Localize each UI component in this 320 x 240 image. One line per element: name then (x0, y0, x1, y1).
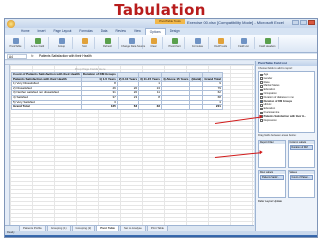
tab-review[interactable]: Review (111, 28, 129, 35)
pivot-cell[interactable] (189, 104, 204, 110)
field-checkbox[interactable] (260, 88, 263, 92)
pivot-cell[interactable]: 125 (80, 104, 118, 110)
values-area[interactable]: Values Count of Patien... (287, 170, 315, 198)
pivottable-options-button[interactable]: PivotTable (7, 37, 25, 49)
defer-layout-update-checkbox[interactable]: Defer Layout Update (256, 198, 317, 205)
column-labels-area[interactable]: Column Labels Duration of DM (287, 140, 315, 168)
pivot-table[interactable]: Count of Patients Satisfaction with thei… (11, 72, 223, 110)
field-label: Depression (263, 118, 277, 122)
field-headers-button[interactable]: Field Headers (257, 37, 279, 49)
refresh-icon (104, 38, 111, 44)
worksheet[interactable]: Drop Page Fields Here Count of Patients … (5, 61, 254, 225)
sort-icon (81, 38, 88, 44)
ribbon-tabs: Home Insert Page Layout Formulas Data Re… (5, 28, 317, 35)
group-icon (58, 38, 65, 44)
values-field-chip[interactable]: Count of Patien... (289, 175, 313, 180)
column-field-chip[interactable]: Duration of DM (289, 145, 313, 150)
drag-fields-instruction: Drag fields between areas below: (258, 134, 297, 137)
field-checkbox[interactable] (260, 84, 263, 88)
tab-design[interactable]: Design (166, 28, 184, 35)
window-title: Exercise 00.xlsx [Compatibility Mode] - … (187, 20, 284, 25)
excel-screenshot: PivotTable Tools Exercise 00.xlsx [Compa… (4, 18, 318, 238)
data-source-icon (128, 38, 135, 44)
formulas-button[interactable]: Formulas (187, 37, 209, 49)
close-icon[interactable] (308, 20, 315, 25)
group-button[interactable]: Group (51, 37, 73, 49)
tab-data[interactable]: Data (97, 28, 112, 35)
formula-input[interactable]: Patients Satisfaction with their Health (39, 54, 92, 59)
office-button-icon[interactable] (7, 20, 15, 28)
slide-title: Tabulation (114, 1, 206, 19)
tab-page-layout[interactable]: Page Layout (50, 28, 76, 35)
row-labels-area[interactable]: Row Labels Patients Satisf... (258, 170, 286, 198)
olap-icon (217, 38, 224, 44)
sort-button[interactable]: Sort (75, 37, 95, 49)
field-list-icon (240, 38, 247, 44)
windows-taskbar (5, 235, 317, 237)
pivot-cell[interactable]: 4) Above 15 Years (160, 76, 191, 83)
pivot-cell[interactable]: 2) 6-10 Years (116, 76, 140, 83)
headers-icon (264, 38, 271, 44)
field-checkbox[interactable] (260, 119, 263, 122)
field-list-box[interactable]: Age Gender Race Marital Status Education Occu… (258, 71, 315, 133)
pivot-cell[interactable]: Duration of DM Groups (80, 72, 118, 78)
field-list-item[interactable]: Depression (260, 119, 313, 123)
field-areas: Report Filter Column Labels Duration of D… (258, 140, 315, 198)
window-titlebar: PivotTable Tools Exercise 00.xlsx [Compa… (5, 19, 317, 28)
minimize-icon[interactable] (292, 20, 299, 25)
pivotchart-button[interactable]: PivotChart (165, 37, 185, 49)
row-field-chip[interactable]: Patients Satisf... (260, 175, 284, 180)
pivot-cell[interactable]: 3) 11-15 Years (138, 76, 162, 83)
pivot-cell[interactable]: 221 (202, 104, 223, 110)
tab-insert[interactable]: Insert (34, 28, 50, 35)
clear-icon (150, 38, 157, 44)
ribbon: PivotTable Active Field Group Sort Refre… (5, 35, 317, 53)
tab-options[interactable]: Options (144, 28, 166, 35)
tab-formulas[interactable]: Formulas (75, 28, 96, 35)
field-checkbox[interactable] (260, 81, 263, 84)
change-data-source-button[interactable]: Change Data Source (121, 37, 145, 49)
pivottable-tools-tab[interactable]: PivotTable Tools (155, 19, 185, 24)
olap-tools-button[interactable]: OLAP tools (211, 37, 231, 49)
window-controls (292, 20, 315, 25)
tab-view[interactable]: View (130, 28, 145, 35)
pivot-cell[interactable] (160, 104, 191, 110)
field-checkbox[interactable] (260, 92, 263, 96)
pivot-cell[interactable]: Grand Total (202, 76, 223, 83)
formula-icon (194, 38, 201, 44)
refresh-button[interactable]: Refresh (97, 37, 119, 49)
pivot-row-label[interactable]: Grand Total (11, 104, 82, 110)
name-box[interactable]: A4 (7, 54, 27, 59)
field-checkbox[interactable] (260, 73, 263, 77)
tab-home[interactable]: Home (17, 28, 34, 35)
slide: Tabulation PivotTable Tools Exercise 00.… (0, 0, 320, 240)
active-field-button[interactable]: Active Field (27, 37, 49, 49)
field-checkbox[interactable] (260, 96, 263, 99)
formula-bar: A4 fx Patients Satisfaction with their H… (5, 54, 317, 60)
drop-page-fields-hint: Drop Page Fields Here (75, 67, 106, 71)
field-checkbox[interactable] (260, 107, 263, 111)
pivot-cell[interactable]: 33 (138, 104, 162, 110)
field-checkbox[interactable] (260, 103, 263, 107)
field-checkbox[interactable] (260, 77, 263, 80)
pivottable-icon (12, 38, 19, 44)
clear-button[interactable]: Clear (145, 37, 163, 49)
fx-icon[interactable]: fx (31, 54, 33, 59)
field-icon (34, 38, 41, 44)
pivot-field-list-pane: PivotTable Field List Choose fields to a… (255, 61, 317, 231)
pivot-cell[interactable]: (blank) (189, 76, 204, 83)
field-list-button[interactable]: Field List (233, 37, 255, 49)
pivot-row[interactable]: Grand Total 125 63 33 221 (11, 104, 223, 110)
chart-icon (171, 38, 178, 44)
field-checkbox[interactable] (260, 100, 263, 103)
maximize-icon[interactable] (300, 20, 307, 25)
pivot-row-label[interactable]: Count of Patients Satisfaction with thei… (11, 72, 82, 78)
pivot-cell[interactable]: 63 (116, 104, 140, 110)
